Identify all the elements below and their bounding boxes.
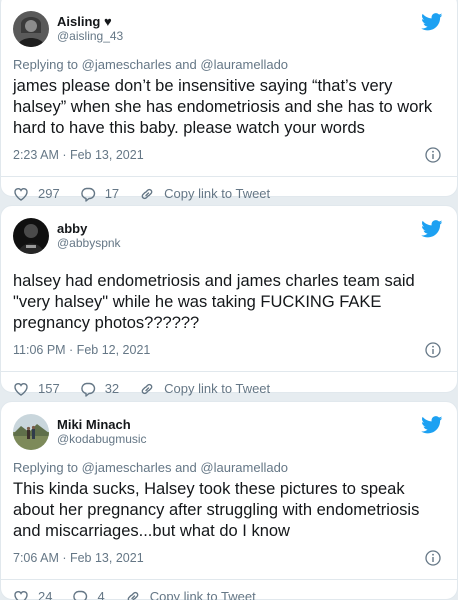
tweet-meta: 11:06 PM · Feb 12, 2021 (13, 342, 443, 359)
avatar[interactable] (13, 11, 49, 47)
reply-and: and (175, 460, 197, 475)
link-icon (127, 591, 139, 600)
tweet-text: halsey had endometriosis and james charl… (13, 272, 415, 332)
reply-icon (73, 590, 88, 600)
info-icon[interactable] (425, 550, 441, 566)
like-button[interactable]: 297 (13, 186, 60, 202)
copy-link-label: Copy link to Tweet (164, 186, 271, 201)
replying-prefix: Replying to (13, 57, 79, 72)
reply-button[interactable]: 32 (80, 381, 119, 397)
tweet-header: Aisling ♥ @aisling_43 (13, 9, 443, 49)
reply-icon (80, 187, 95, 202)
avatar[interactable] (13, 218, 49, 254)
avatar[interactable] (13, 414, 49, 450)
display-name[interactable]: abby (57, 221, 121, 236)
heart-icon (14, 383, 28, 396)
like-count: 24 (38, 589, 53, 600)
tweet-meta: 7:06 AM · Feb 13, 2021 (13, 550, 443, 567)
action-bar: 24 4 Copy link to Tweet (13, 580, 443, 600)
info-icon[interactable] (425, 147, 441, 163)
info-icon[interactable] (425, 342, 441, 358)
link-icon (141, 383, 153, 395)
copy-link-label: Copy link to Tweet (164, 381, 271, 396)
link-icon (141, 188, 153, 200)
copy-link-label: Copy link to Tweet (149, 589, 256, 600)
mention-link[interactable]: @lauramellado (200, 460, 288, 475)
replying-to: Replying to @jamescharles and @lauramell… (13, 57, 443, 72)
display-name[interactable]: Miki Minach (57, 417, 147, 432)
tweet-header: Miki Minach @kodabugmusic (13, 412, 443, 452)
twitter-bird-icon[interactable] (421, 13, 443, 31)
tweet-text: james please don’t be insensitive saying… (13, 77, 433, 137)
user-handle[interactable]: @aisling_43 (57, 29, 123, 44)
copy-link-button[interactable]: Copy link to Tweet (139, 381, 270, 397)
like-count: 157 (38, 381, 60, 396)
twitter-bird-icon[interactable] (421, 220, 443, 238)
tweet-card[interactable]: Miki Minach @kodabugmusic Replying to @j… (0, 401, 458, 600)
copy-link-button[interactable]: Copy link to Tweet (139, 186, 270, 202)
mention-link[interactable]: @jamescharles (82, 57, 172, 72)
timestamp[interactable]: 2:23 AM · Feb 13, 2021 (13, 148, 144, 162)
user-handle[interactable]: @kodabugmusic (57, 432, 147, 447)
replying-to: Replying to @jamescharles and @lauramell… (13, 460, 443, 475)
like-button[interactable]: 24 (13, 589, 52, 600)
heart-icon (14, 188, 28, 201)
mention-link[interactable]: @lauramellado (200, 57, 288, 72)
heart-icon (14, 591, 28, 600)
reply-button[interactable]: 4 (72, 589, 105, 600)
copy-link-button[interactable]: Copy link to Tweet (125, 589, 256, 600)
tweet-header: abby @abbyspnk (13, 216, 443, 256)
tweet-card[interactable]: abby @abbyspnk halsey had endometriosis … (0, 205, 458, 397)
reply-and: and (175, 57, 197, 72)
mention-link[interactable]: @jamescharles (82, 460, 172, 475)
user-handle[interactable]: @abbyspnk (57, 236, 121, 251)
reply-icon (80, 382, 95, 397)
twitter-bird-icon[interactable] (421, 416, 443, 434)
tweet-meta: 2:23 AM · Feb 13, 2021 (13, 147, 443, 164)
reply-button[interactable]: 17 (80, 186, 119, 202)
timestamp[interactable]: 11:06 PM · Feb 12, 2021 (13, 343, 150, 357)
tweet-text: This kinda sucks, Halsey took these pict… (13, 480, 420, 540)
timestamp[interactable]: 7:06 AM · Feb 13, 2021 (13, 551, 144, 565)
like-count: 297 (38, 186, 60, 201)
reply-count: 17 (104, 186, 120, 201)
reply-count: 32 (104, 381, 120, 396)
display-name[interactable]: Aisling ♥ (57, 14, 123, 29)
tweet-card[interactable]: Aisling ♥ @aisling_43 Replying to @james… (0, 0, 458, 202)
like-button[interactable]: 157 (13, 381, 60, 397)
replying-prefix: Replying to (13, 460, 79, 475)
reply-count: 4 (97, 589, 105, 600)
